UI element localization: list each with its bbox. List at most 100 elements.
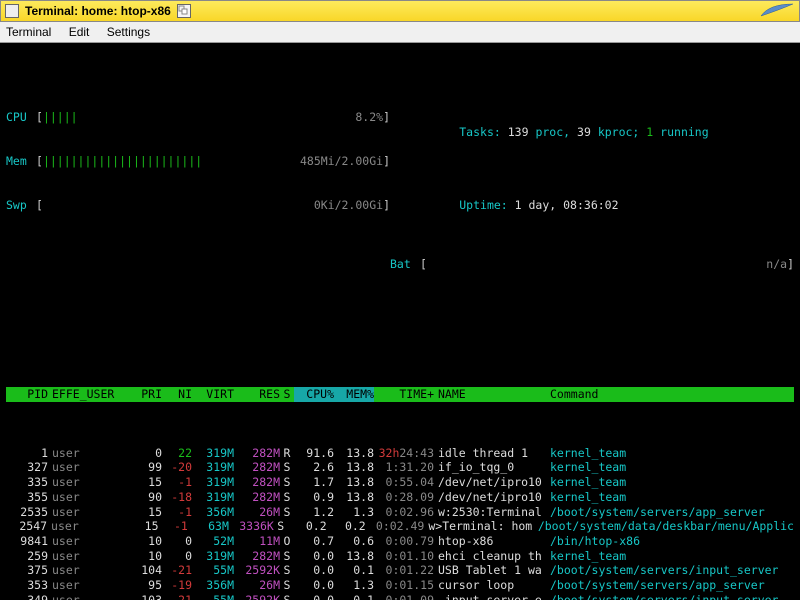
process-list[interactable]: 1user022319M282MR91.613.832h24:43idle th… [6, 446, 794, 600]
hdr-virt[interactable]: VIRT [192, 387, 234, 402]
hdr-s[interactable]: S [280, 387, 294, 402]
table-header[interactable]: PID EFFE_USER PRI NI VIRT RES S CPU% MEM… [6, 387, 794, 402]
process-row[interactable]: 349user103-2155M2592KS0.00.10:01.09_inpu… [6, 593, 794, 600]
hdr-user[interactable]: EFFE_USER [48, 387, 130, 402]
titlebar[interactable]: Terminal: home: htop-x86 [0, 0, 800, 22]
hdr-pid[interactable]: PID [6, 387, 48, 402]
cell-user: user [48, 593, 130, 600]
cell-name: _input_server_e [438, 593, 550, 600]
cell-time: 0:02.96 [374, 505, 438, 520]
cell-s: S [280, 505, 294, 520]
cell-cmd: kernel_team [550, 446, 794, 461]
cell-cmd: /boot/system/data/deskbar/menu/Applic [538, 519, 794, 534]
cell-pid: 2535 [6, 505, 48, 520]
hdr-pri[interactable]: PRI [130, 387, 162, 402]
cell-virt: 319M [192, 490, 234, 505]
menu-terminal[interactable]: Terminal [6, 25, 51, 39]
cell-cmd: kernel_team [550, 549, 794, 564]
process-row[interactable]: 2547user15-163M3336KS0.20.20:02.49w>Term… [6, 519, 794, 534]
cell-name: w:2530:Terminal [438, 505, 550, 520]
process-row[interactable]: 355user90-18319M282MS0.913.80:28.09/dev/… [6, 490, 794, 505]
window-title: Terminal: home: htop-x86 [25, 4, 171, 18]
cell-cmd: /boot/system/servers/input_server [550, 563, 794, 578]
cell-user: user [47, 519, 127, 534]
cell-name: /dev/net/ipro10 [438, 490, 550, 505]
uptime-line: Uptime: 1 day, 08:36:02 [390, 183, 794, 227]
process-row[interactable]: 327user99-20319M282MS2.613.81:31.20if_io… [6, 460, 794, 475]
cell-user: user [48, 578, 130, 593]
hdr-name[interactable]: NAME [438, 387, 550, 402]
cell-pid: 375 [6, 563, 48, 578]
cell-mem: 0.2 [327, 519, 366, 534]
menu-settings[interactable]: Settings [107, 25, 150, 39]
cell-user: user [48, 475, 130, 490]
cell-cpu: 2.6 [294, 460, 334, 475]
cell-cmd: /boot/system/servers/app_server [550, 505, 794, 520]
swp-meter: Swp[0Ki/2.00Gi] [6, 198, 390, 213]
cell-name: cursor loop [438, 578, 550, 593]
hdr-time[interactable]: TIME+ [374, 387, 438, 402]
cell-virt: 319M [192, 446, 234, 461]
cell-name: if_io_tqg_0 [438, 460, 550, 475]
cell-ni: -19 [162, 578, 192, 593]
cell-pri: 104 [130, 563, 162, 578]
cell-cmd: /boot/system/servers/app_server [550, 578, 794, 593]
feather-icon [759, 2, 795, 21]
cell-mem: 0.1 [334, 563, 374, 578]
maximize-button[interactable] [177, 4, 191, 18]
process-row[interactable]: 335user15-1319M282MS1.713.80:55.04/dev/n… [6, 475, 794, 490]
cell-ni: -1 [159, 519, 188, 534]
cell-pri: 95 [130, 578, 162, 593]
cell-cpu: 0.9 [294, 490, 334, 505]
cell-s: S [280, 578, 294, 593]
cell-pri: 15 [127, 519, 158, 534]
cell-time: 0:01.09 [374, 593, 438, 600]
cell-mem: 13.8 [334, 475, 374, 490]
process-row[interactable]: 2535user15-1356M26MS1.21.30:02.96w:2530:… [6, 505, 794, 520]
terminal-output[interactable]: CPU[|||||8.2%] Mem[|||||||||||||||||||||… [0, 43, 800, 600]
hdr-cpu[interactable]: CPU% [294, 387, 334, 402]
process-row[interactable]: 1user022319M282MR91.613.832h24:43idle th… [6, 446, 794, 461]
cell-user: user [48, 460, 130, 475]
cell-pid: 349 [6, 593, 48, 600]
cell-cpu: 0.0 [294, 563, 334, 578]
mem-meter: Mem[|||||||||||||||||||||||485Mi/2.00Gi] [6, 154, 390, 169]
cell-ni: -21 [162, 593, 192, 600]
cell-res: 282M [234, 490, 280, 505]
process-row[interactable]: 9841user10052M11MO0.70.60:00.79htop-x86/… [6, 534, 794, 549]
cell-mem: 13.8 [334, 549, 374, 564]
process-row[interactable]: 375user104-2155M2592KS0.00.10:01.22USB T… [6, 563, 794, 578]
cell-virt: 319M [192, 475, 234, 490]
process-row[interactable]: 259user100319M282MS0.013.80:01.10ehci cl… [6, 549, 794, 564]
cell-s: O [280, 534, 294, 549]
cell-pri: 10 [130, 549, 162, 564]
cell-virt: 356M [192, 505, 234, 520]
cell-res: 3336K [229, 519, 274, 534]
hdr-mem[interactable]: MEM% [334, 387, 374, 402]
process-row[interactable]: 353user95-19356M26MS0.01.30:01.15cursor … [6, 578, 794, 593]
hdr-res[interactable]: RES [234, 387, 280, 402]
cell-virt: 319M [192, 460, 234, 475]
cell-cmd: kernel_team [550, 490, 794, 505]
menu-edit[interactable]: Edit [69, 25, 90, 39]
cell-mem: 13.8 [334, 460, 374, 475]
cell-cpu: 91.6 [294, 446, 334, 461]
cell-pri: 103 [130, 593, 162, 600]
cell-res: 26M [234, 578, 280, 593]
cell-mem: 1.3 [334, 578, 374, 593]
cell-cmd: /boot/system/servers/input_server [550, 593, 794, 600]
cell-time: 0:28.09 [374, 490, 438, 505]
hdr-ni[interactable]: NI [162, 387, 192, 402]
hdr-cmd[interactable]: Command [550, 387, 794, 402]
cell-ni: -1 [162, 475, 192, 490]
cell-name: htop-x86 [438, 534, 550, 549]
cell-time: 0:01.10 [374, 549, 438, 564]
cell-s: S [280, 460, 294, 475]
cell-virt: 55M [192, 593, 234, 600]
cell-s: S [280, 593, 294, 600]
cell-pid: 335 [6, 475, 48, 490]
cell-ni: -21 [162, 563, 192, 578]
cell-virt: 356M [192, 578, 234, 593]
cell-cpu: 0.0 [294, 578, 334, 593]
cell-res: 282M [234, 475, 280, 490]
